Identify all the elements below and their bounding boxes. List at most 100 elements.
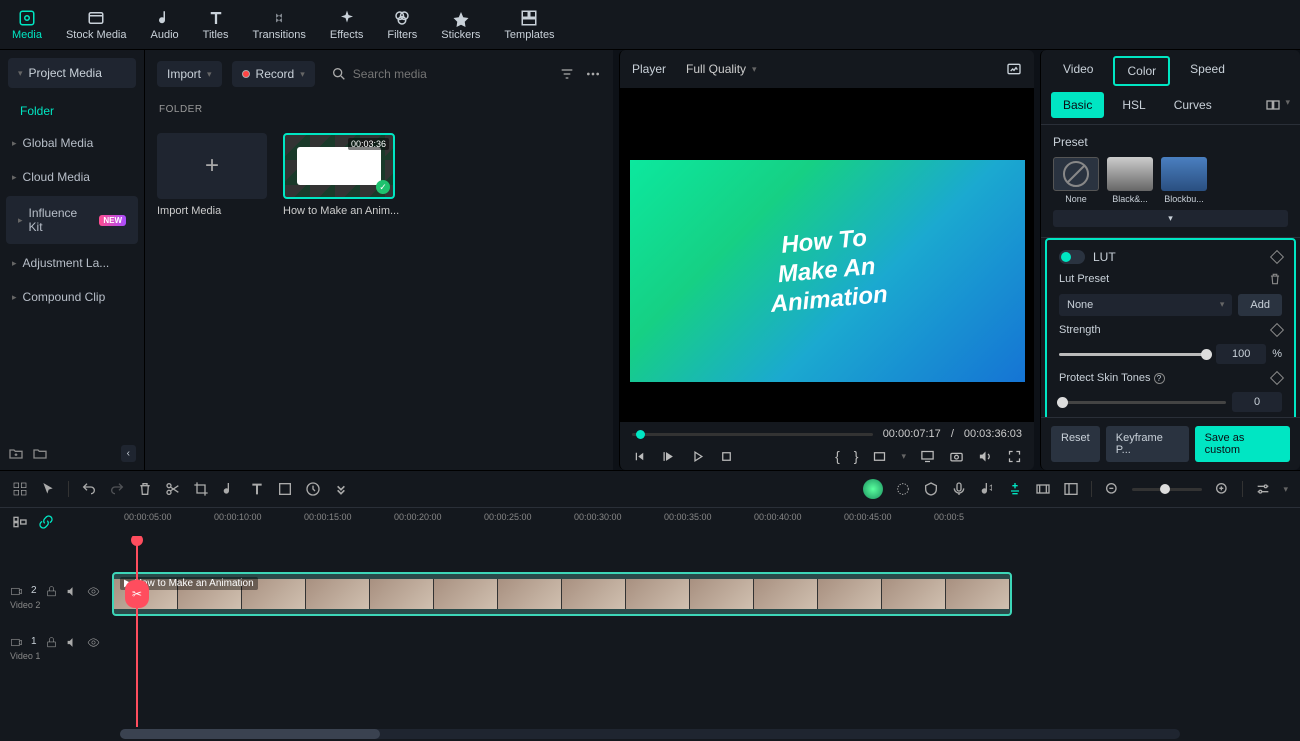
strength-value[interactable]: 100 [1216, 344, 1266, 364]
nav-titles[interactable]: Titles [191, 0, 241, 49]
mute-icon[interactable] [66, 585, 79, 598]
marker-tool-icon[interactable] [1007, 481, 1023, 497]
timeline-scrollbar[interactable] [120, 729, 1180, 739]
ai-avatar-icon[interactable] [863, 479, 883, 499]
nav-templates[interactable]: Templates [492, 0, 566, 49]
new-folder-icon[interactable] [8, 446, 24, 462]
split-icon[interactable] [165, 481, 181, 497]
chevron-down-icon[interactable]: ▾ [1283, 484, 1288, 495]
stop-icon[interactable] [719, 449, 734, 464]
preset-none[interactable]: None [1053, 157, 1099, 204]
zoom-thumb[interactable] [1160, 484, 1170, 494]
sidebar-item-compound-clip[interactable]: ▸Compound Clip [0, 280, 144, 314]
add-lut-button[interactable]: Add [1238, 294, 1282, 316]
play-pause-icon[interactable] [661, 449, 676, 464]
mute-icon[interactable] [66, 636, 79, 649]
panel-icon[interactable] [1063, 481, 1079, 497]
tab-video[interactable]: Video [1051, 56, 1105, 86]
text-icon[interactable] [249, 481, 265, 497]
frame-icon[interactable] [277, 481, 293, 497]
sidebar-item-influence-kit[interactable]: ▸Influence KitNEW [6, 196, 138, 244]
play-icon[interactable] [690, 449, 705, 464]
quality-dropdown[interactable]: Full Quality▾ [678, 58, 765, 80]
import-media-tile[interactable]: + Import Media [157, 133, 267, 217]
playhead[interactable]: ✂ [136, 536, 138, 727]
music-icon[interactable] [221, 481, 237, 497]
timeline-ruler[interactable]: 00:00:05:0000:00:10:0000:00:15:0000:00:2… [64, 508, 1288, 536]
undo-icon[interactable] [81, 481, 97, 497]
mic-icon[interactable] [951, 481, 967, 497]
link-icon[interactable] [38, 514, 54, 530]
more-icon[interactable] [585, 66, 601, 82]
lock-icon[interactable] [45, 585, 58, 598]
reset-button[interactable]: Reset [1051, 426, 1100, 462]
media-clip-tile[interactable]: 00:03:36 ✓ How to Make an Anim... [283, 133, 399, 217]
scrub-handle[interactable] [636, 430, 645, 439]
timeline-clip[interactable]: ▶ How to Make an Animation [112, 572, 1012, 616]
subtab-hsl[interactable]: HSL [1112, 94, 1155, 116]
nav-stickers[interactable]: Stickers [429, 0, 492, 49]
record-dropdown[interactable]: Record▾ [232, 61, 315, 87]
project-media-button[interactable]: ▾Project Media [8, 58, 136, 88]
track-video-icon[interactable] [10, 636, 23, 649]
display-icon[interactable] [920, 449, 935, 464]
visibility-icon[interactable] [87, 636, 100, 649]
grid-icon[interactable] [12, 481, 28, 497]
preset-blockbuster[interactable]: Blockbu... [1161, 157, 1207, 204]
adjust-icon[interactable] [1255, 481, 1271, 497]
zoom-in-icon[interactable] [1214, 481, 1230, 497]
sidebar-item-cloud-media[interactable]: ▸Cloud Media [0, 160, 144, 194]
mark-in-icon[interactable]: { [835, 448, 840, 464]
tab-speed[interactable]: Speed [1178, 56, 1237, 86]
lock-icon[interactable] [45, 636, 58, 649]
track-body[interactable]: ▶ How to Make an Animation [112, 572, 1300, 622]
crop-icon[interactable] [193, 481, 209, 497]
mask-icon[interactable] [923, 481, 939, 497]
prev-frame-icon[interactable] [632, 449, 647, 464]
visibility-icon[interactable] [87, 585, 100, 598]
mark-out-icon[interactable]: } [854, 448, 859, 464]
skin-slider[interactable] [1059, 401, 1226, 404]
delete-icon[interactable] [137, 481, 153, 497]
search-input[interactable] [353, 67, 543, 81]
snapshot-icon[interactable] [1006, 61, 1022, 77]
folder-item[interactable]: Folder [0, 96, 144, 126]
strength-slider[interactable] [1059, 353, 1210, 356]
slider-thumb[interactable] [1057, 397, 1068, 408]
import-dropdown[interactable]: Import▾ [157, 61, 222, 87]
trash-icon[interactable] [1268, 272, 1282, 286]
track-body[interactable] [112, 628, 1300, 668]
camera-icon[interactable] [949, 449, 964, 464]
zoom-slider[interactable] [1132, 488, 1202, 491]
sidebar-item-adjustment-layer[interactable]: ▸Adjustment La... [0, 246, 144, 280]
preview-viewport[interactable]: How To Make An Animation [620, 88, 1034, 422]
chevron-down-icon[interactable]: ▾ [901, 451, 906, 462]
scissor-icon[interactable]: ✂ [125, 580, 149, 608]
nav-filters[interactable]: Filters [375, 0, 429, 49]
volume-icon[interactable] [978, 449, 993, 464]
keyframe-icon[interactable] [1270, 371, 1284, 385]
scrub-bar[interactable] [632, 433, 873, 436]
scrollbar-thumb[interactable] [120, 729, 380, 739]
subtab-basic[interactable]: Basic [1051, 92, 1104, 118]
redo-icon[interactable] [109, 481, 125, 497]
info-icon[interactable]: ? [1154, 373, 1165, 384]
keyframe-panel-button[interactable]: Keyframe P... [1106, 426, 1189, 462]
filter-icon[interactable] [559, 66, 575, 82]
lut-toggle[interactable] [1059, 250, 1085, 264]
nav-effects[interactable]: Effects [318, 0, 375, 49]
render-icon[interactable] [1035, 481, 1051, 497]
nav-audio[interactable]: Audio [139, 0, 191, 49]
collapse-sidebar-button[interactable]: ‹ [121, 445, 136, 462]
audio-sync-icon[interactable] [979, 481, 995, 497]
track-video-icon[interactable] [10, 585, 23, 598]
tab-color[interactable]: Color [1113, 56, 1170, 86]
skin-value[interactable]: 0 [1232, 392, 1282, 412]
keyframe-icon[interactable] [1270, 250, 1284, 264]
preset-bw[interactable]: Black&... [1107, 157, 1153, 204]
more-tools-icon[interactable] [333, 481, 349, 497]
compare-icon[interactable] [1265, 97, 1281, 113]
subtab-curves[interactable]: Curves [1164, 94, 1222, 116]
slider-thumb[interactable] [1201, 349, 1212, 360]
fullscreen-icon[interactable] [1007, 449, 1022, 464]
